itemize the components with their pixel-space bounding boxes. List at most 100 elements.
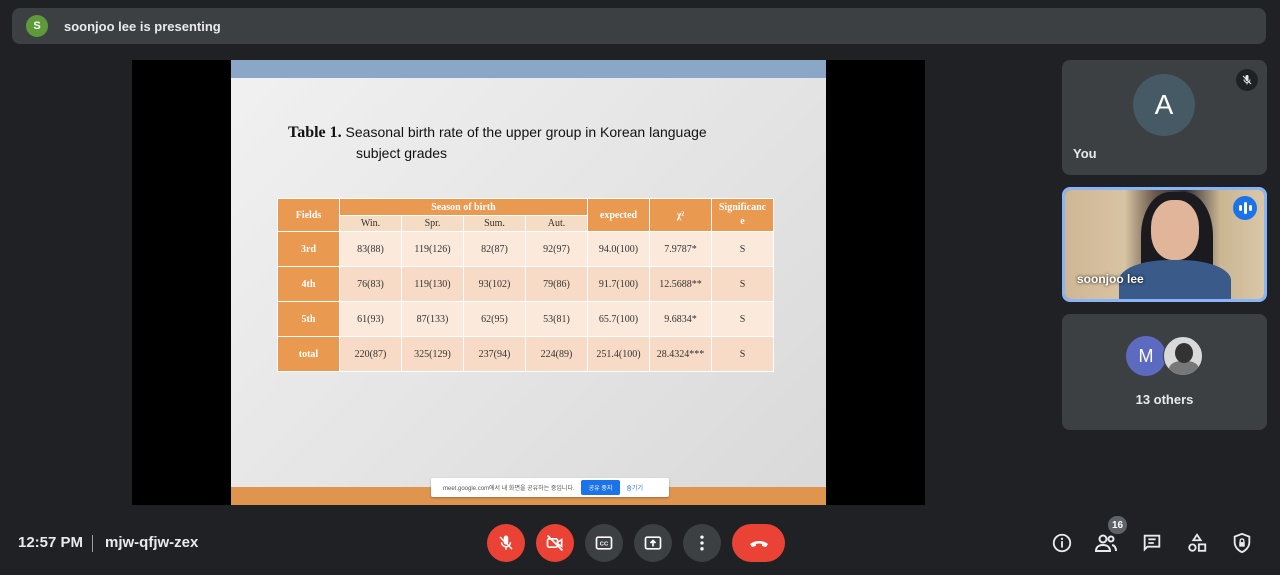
slide-title-line2: subject grades xyxy=(356,145,448,161)
shield-lock-icon xyxy=(1233,532,1251,554)
table-caption-label: Table 1. xyxy=(288,124,342,141)
table-row: 4th 76(83) 119(130) 93(102) 79(86) 91.7(… xyxy=(277,266,774,302)
table-cell: 94.0(100) xyxy=(587,231,650,267)
clock: 12:57 PM xyxy=(18,534,84,551)
header-significance: Significanc e xyxy=(711,198,774,232)
speaker-name: soonjoo lee xyxy=(1077,272,1144,286)
slide-title-line1: Seasonal birth rate of the upper group i… xyxy=(345,124,707,140)
header-fields: Fields xyxy=(277,198,340,232)
header-chi-square: χ² xyxy=(649,198,712,232)
speaker-video-face xyxy=(1151,200,1199,260)
table-cell: S xyxy=(711,266,774,302)
table-cell: 92(97) xyxy=(525,231,588,267)
activities-icon xyxy=(1188,533,1207,552)
data-table: Fields Season of birth expected χ² Signi… xyxy=(277,198,774,372)
table-cell: 65.7(100) xyxy=(587,301,650,337)
meeting-details-button[interactable] xyxy=(1050,531,1074,555)
activities-button[interactable] xyxy=(1185,531,1209,555)
meet-window: S soonjoo lee is presenting Table 1. Sea… xyxy=(0,0,1280,575)
table-cell: 61(93) xyxy=(339,301,402,337)
table-row: total 220(87) 325(129) 237(94) 224(89) 2… xyxy=(277,336,774,372)
others-count: 13 others xyxy=(1135,392,1194,407)
presenting-text: soonjoo lee is presenting xyxy=(64,18,221,34)
table-cell: 119(126) xyxy=(401,231,464,267)
table-cell: 87(133) xyxy=(401,301,464,337)
more-vert-icon xyxy=(700,535,704,551)
more-options-button[interactable] xyxy=(683,524,721,562)
presenter-avatar: S xyxy=(26,15,48,37)
row-label: 3rd xyxy=(277,231,340,267)
camera-toggle-button[interactable] xyxy=(536,524,574,562)
slide-title: Table 1. Seasonal birth rate of the uppe… xyxy=(288,122,788,163)
table-cell: 224(89) xyxy=(525,336,588,372)
you-avatar: A xyxy=(1133,74,1195,136)
subheader-spr: Spr. xyxy=(401,215,464,232)
table-cell: 12.5688** xyxy=(649,266,712,302)
table-cell: 79(86) xyxy=(525,266,588,302)
subheader-sum: Sum. xyxy=(463,215,526,232)
mic-off-icon xyxy=(1236,69,1258,91)
table-cell: 119(130) xyxy=(401,266,464,302)
chat-icon xyxy=(1143,534,1161,552)
table-cell: S xyxy=(711,301,774,337)
header-season: Season of birth xyxy=(339,198,588,216)
row-label: 5th xyxy=(277,301,340,337)
phone-hangup-icon xyxy=(749,541,768,547)
tile-others[interactable]: M 13 others xyxy=(1062,314,1267,430)
table-cell: 325(129) xyxy=(401,336,464,372)
chat-button[interactable] xyxy=(1140,531,1164,555)
header-expected: expected xyxy=(587,198,650,232)
shared-screen: Table 1. Seasonal birth rate of the uppe… xyxy=(132,60,925,505)
mic-off-icon xyxy=(499,535,513,550)
presentation-slide: Table 1. Seasonal birth rate of the uppe… xyxy=(231,60,826,505)
screen-share-notice: meet.google.com에서 내 화면을 공유하는 중입니다. 공유 중지… xyxy=(431,478,669,497)
table-cell: 82(87) xyxy=(463,231,526,267)
table-cell: 28.4324*** xyxy=(649,336,712,372)
table-cell: 83(88) xyxy=(339,231,402,267)
table-cell: S xyxy=(711,336,774,372)
you-name: You xyxy=(1073,146,1097,161)
other-avatar: M xyxy=(1126,336,1166,376)
subheader-win: Win. xyxy=(339,215,402,232)
participant-count-badge: 16 xyxy=(1108,516,1127,534)
meeting-code: mjw-qfjw-zex xyxy=(105,534,199,551)
camera-off-icon xyxy=(546,534,564,552)
row-label: total xyxy=(277,336,340,372)
table-row: 3rd 83(88) 119(126) 82(87) 92(97) 94.0(1… xyxy=(277,231,774,267)
table-cell: 220(87) xyxy=(339,336,402,372)
table-cell: 237(94) xyxy=(463,336,526,372)
table-cell: 251.4(100) xyxy=(587,336,650,372)
host-controls-button[interactable] xyxy=(1230,531,1254,555)
table-cell: 91.7(100) xyxy=(587,266,650,302)
tile-active-speaker[interactable]: soonjoo lee xyxy=(1062,187,1267,302)
table-cell: 9.6834* xyxy=(649,301,712,337)
captions-button[interactable]: CC xyxy=(585,524,623,562)
table-cell: 7.9787* xyxy=(649,231,712,267)
row-label: 4th xyxy=(277,266,340,302)
people-button[interactable] xyxy=(1094,531,1118,555)
other-avatar-photo xyxy=(1163,336,1203,376)
table-cell: 93(102) xyxy=(463,266,526,302)
captions-icon: CC xyxy=(595,536,613,550)
present-button[interactable] xyxy=(634,524,672,562)
people-icon xyxy=(1094,534,1117,552)
hide-notice-button[interactable]: 숨기기 xyxy=(626,483,643,492)
table-cell: 53(81) xyxy=(525,301,588,337)
stop-sharing-button[interactable]: 공유 중지 xyxy=(580,480,621,495)
tile-you[interactable]: A You xyxy=(1062,60,1267,175)
table-cell: 76(83) xyxy=(339,266,402,302)
present-screen-icon xyxy=(644,536,662,550)
end-call-button[interactable] xyxy=(732,524,785,562)
share-notice-text: meet.google.com에서 내 화면을 공유하는 중입니다. xyxy=(443,486,575,492)
slide-top-bar xyxy=(231,60,826,78)
speaking-indicator-icon xyxy=(1233,196,1257,220)
svg-text:CC: CC xyxy=(600,542,609,548)
presenting-banner: S soonjoo lee is presenting xyxy=(12,8,1266,44)
info-icon xyxy=(1052,533,1072,553)
divider xyxy=(92,535,93,552)
table-cell: S xyxy=(711,231,774,267)
subheader-aut: Aut. xyxy=(525,215,588,232)
table-row: 5th 61(93) 87(133) 62(95) 53(81) 65.7(10… xyxy=(277,301,774,337)
mic-toggle-button[interactable] xyxy=(487,524,525,562)
table-cell: 62(95) xyxy=(463,301,526,337)
